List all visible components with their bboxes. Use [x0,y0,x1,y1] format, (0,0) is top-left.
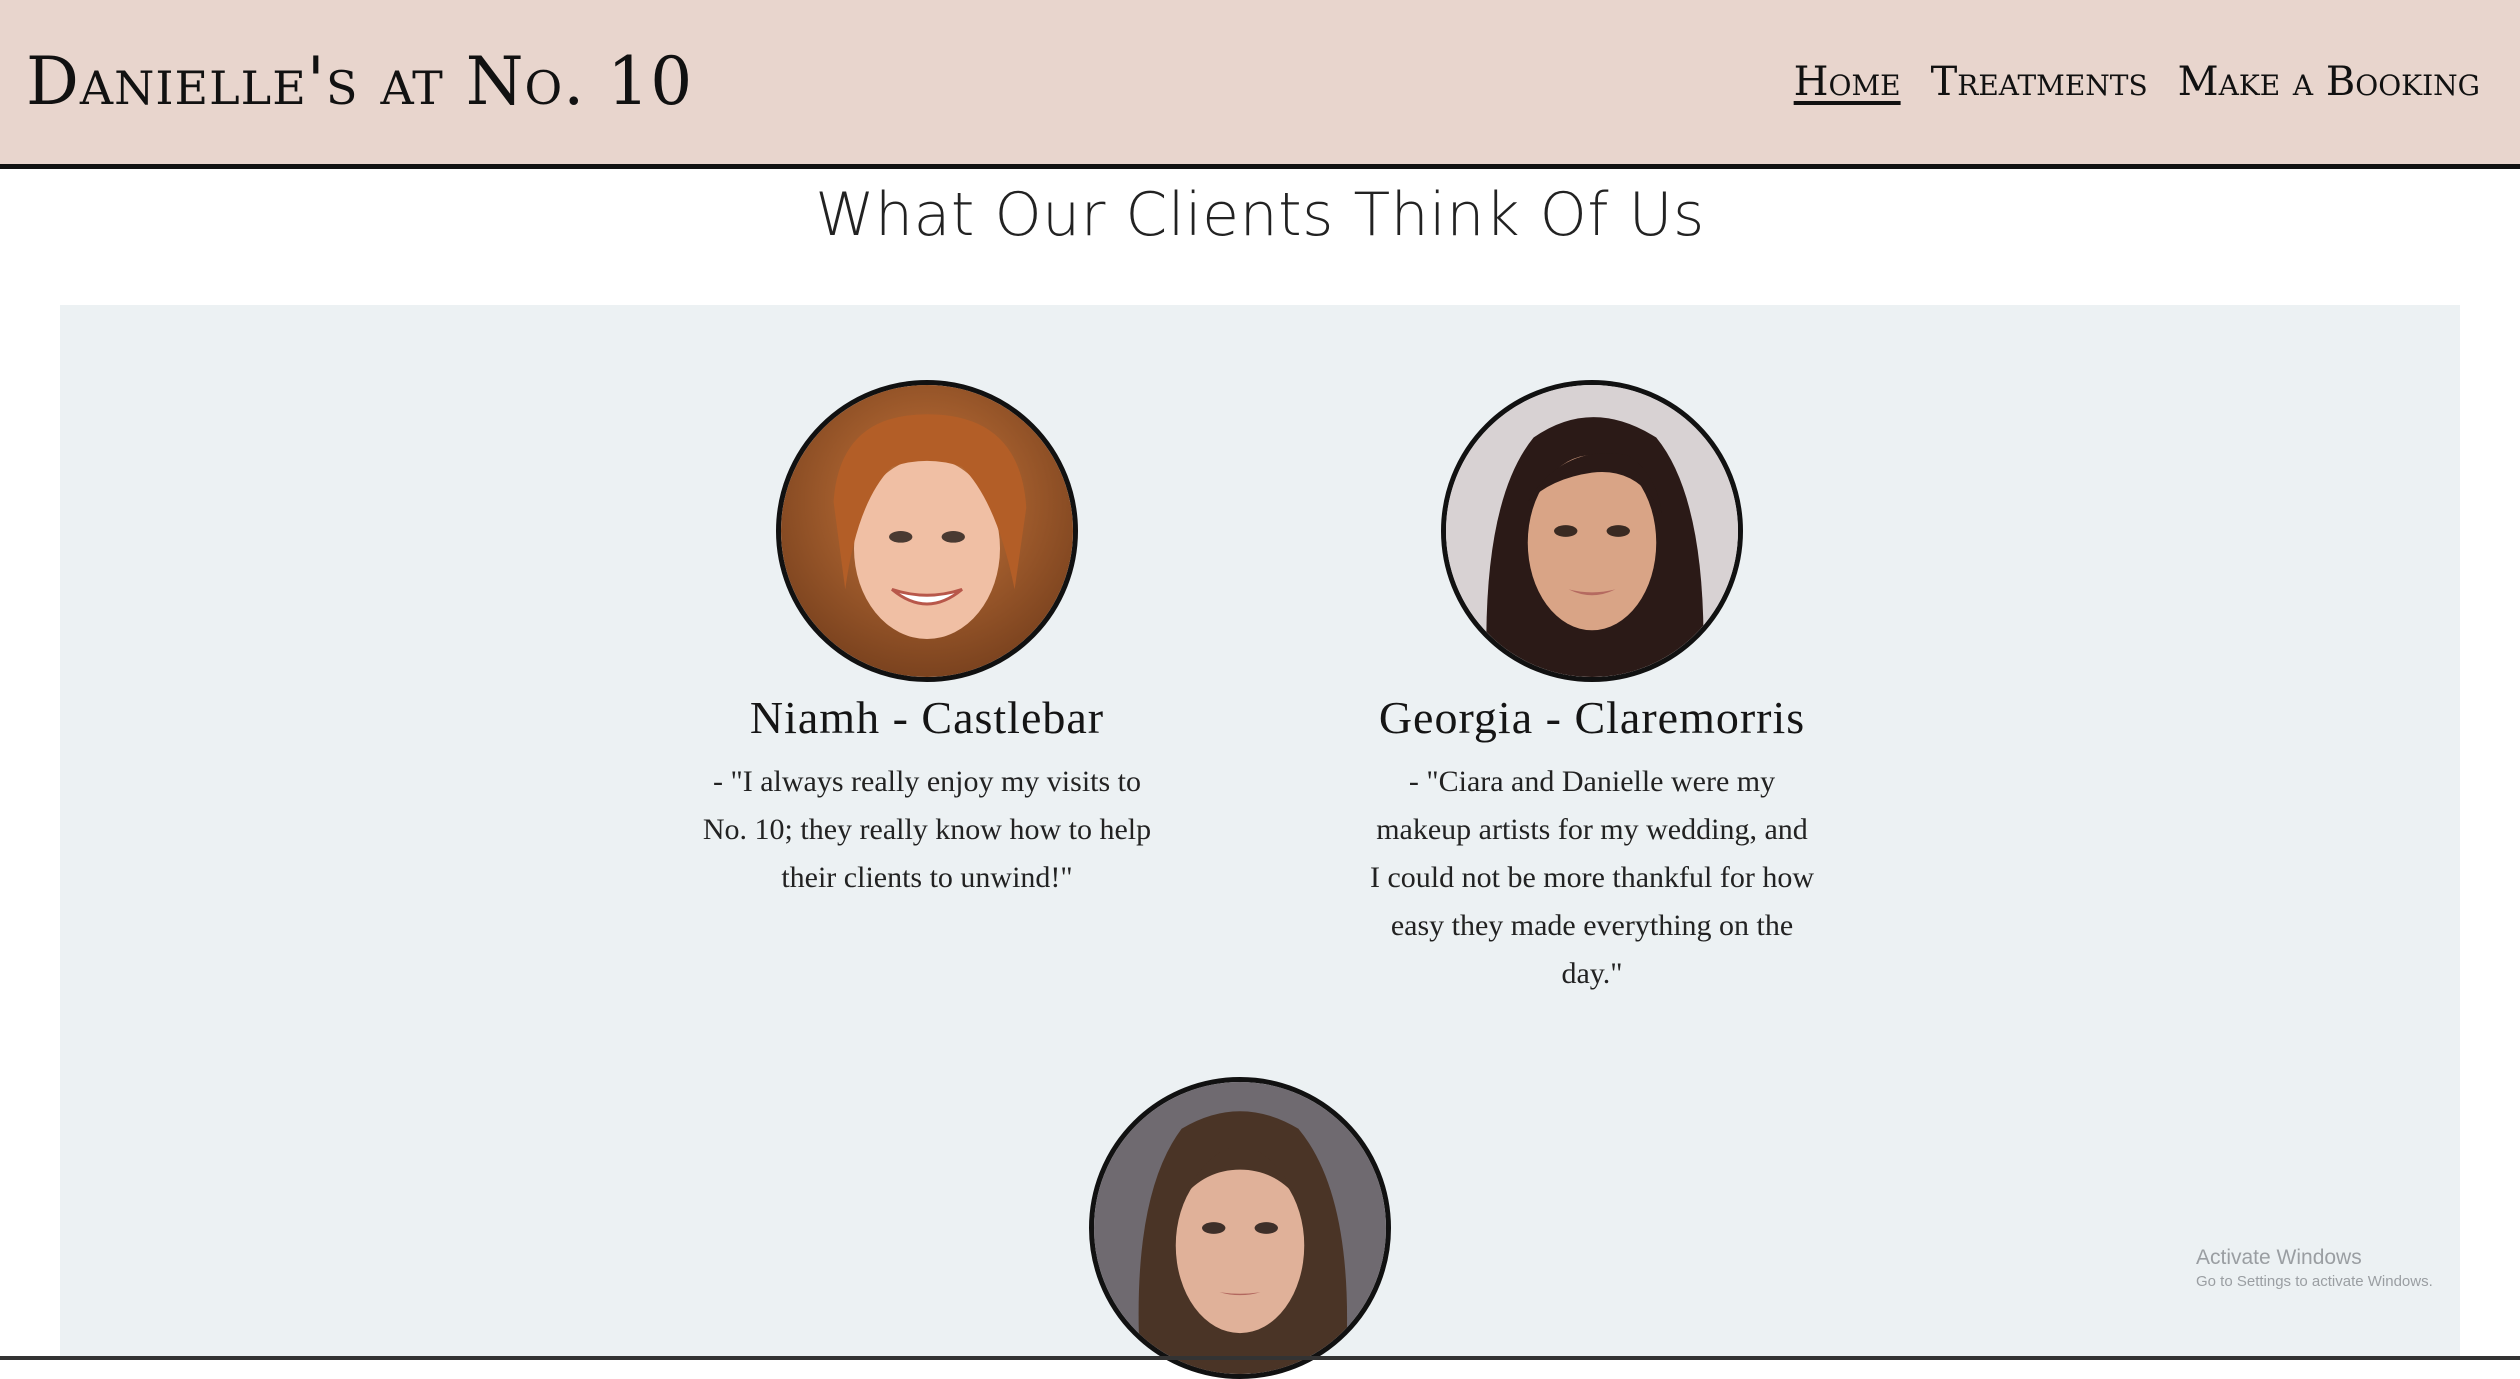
nav-booking-link[interactable]: Make a Booking [2178,52,2480,112]
client-photo-georgia [1446,385,1738,677]
nav-treatments-link[interactable]: Treatments [1931,52,2148,112]
client-quote: - "Ciara and Danielle were my makeup art… [1369,765,1815,990]
watermark-subtitle: Go to Settings to activate Windows. [2196,1273,2433,1290]
testimonial-card-niamh: Niamh - Castlebar - "I always really enj… [692,380,1162,902]
client-avatar-third [1089,1077,1391,1379]
site-brand[interactable]: Danielle's at No. 10 [26,42,693,122]
client-photo-niamh [781,385,1073,677]
screen-bottom-edge [0,1356,2520,1360]
client-name: Georgia - Claremorris [1378,692,1806,743]
client-avatar-georgia [1441,380,1743,682]
client-avatar-niamh [776,380,1078,682]
site-header: Danielle's at No. 10 Home Treatments Mak… [0,0,2520,169]
testimonial-card-georgia: Georgia - Claremorris - "Ciara and Danie… [1357,380,1827,998]
activation-watermark: Activate Windows Go to Settings to activ… [2196,1244,2433,1292]
main-nav: Home Treatments Make a Booking [1794,52,2480,112]
nav-home-link[interactable]: Home [1794,52,1901,112]
client-name: Niamh - Castlebar [749,692,1105,743]
client-photo-third [1094,1082,1386,1374]
testimonial-card-third [1005,1077,1475,1379]
client-quote: - "I always really enjoy my visits to No… [702,765,1152,894]
testimonials-panel: Niamh - Castlebar - "I always really enj… [60,305,2460,1379]
watermark-title: Activate Windows [2196,1246,2362,1269]
testimonials-title: What Our Clients Think Of Us [815,180,1705,250]
